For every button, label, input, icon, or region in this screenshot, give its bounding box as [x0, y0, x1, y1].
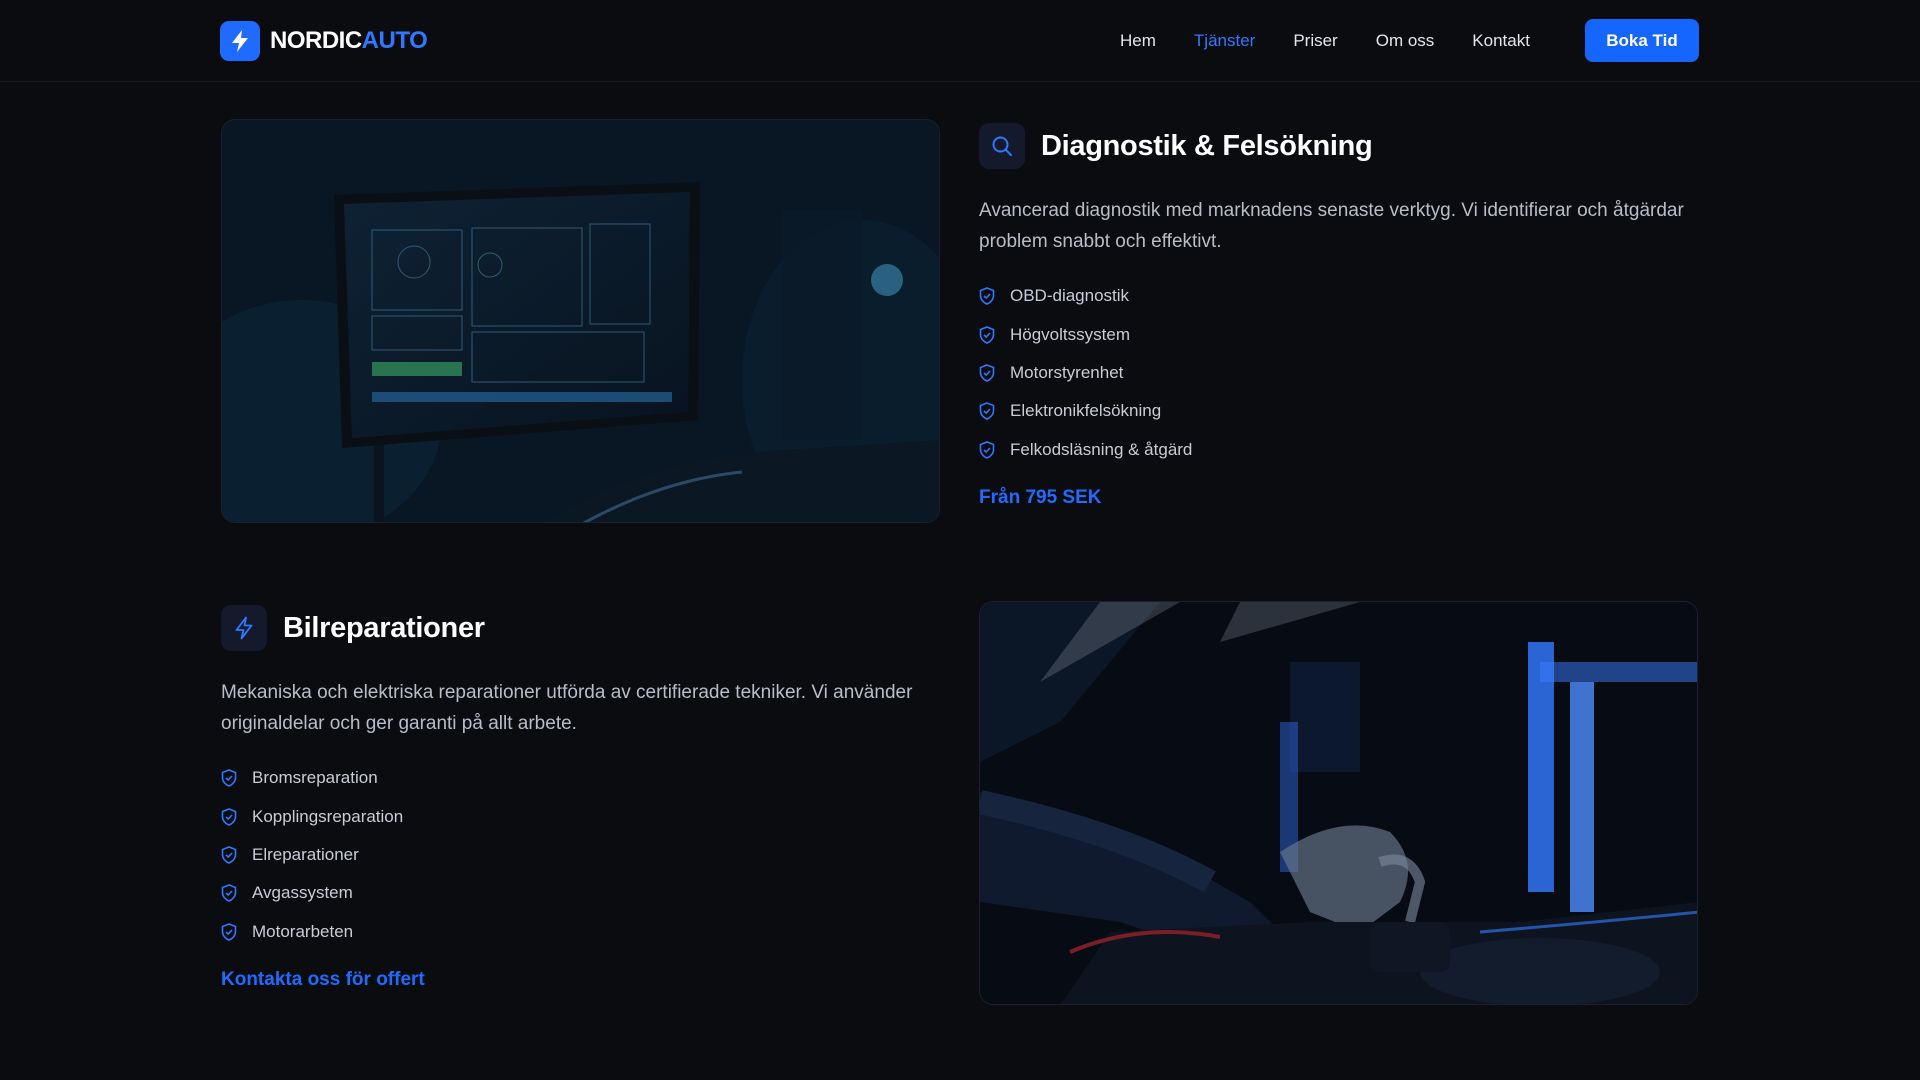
list-item: Elreparationer — [221, 836, 941, 874]
nav-link-hem[interactable]: Hem — [1120, 31, 1156, 51]
list-item: OBD-diagnostik — [979, 277, 1699, 315]
shield-check-icon — [979, 402, 995, 421]
service-header: Diagnostik & Felsökning — [979, 123, 1699, 169]
nav-link-kontakt[interactable]: Kontakt — [1472, 31, 1530, 51]
diagnostic-monitor-photo — [221, 119, 940, 523]
feature-label: Felkodsläsning & åtgärd — [1010, 439, 1193, 459]
feature-label: Motorstyrenhet — [1010, 362, 1124, 382]
list-item: Kopplingsreparation — [221, 797, 941, 835]
feature-label: OBD-diagnostik — [1010, 286, 1130, 306]
shield-check-icon — [221, 884, 237, 903]
feature-label: Högvoltssystem — [1010, 324, 1130, 344]
list-item: Motorstyrenhet — [979, 354, 1699, 392]
nav-link-tjanster[interactable]: Tjänster — [1194, 31, 1255, 51]
feature-label: Kopplingsreparation — [252, 806, 404, 826]
list-item: Felkodsläsning & åtgärd — [979, 431, 1699, 469]
search-icon — [979, 123, 1025, 169]
service-description: Mekaniska och elektriska reparationer ut… — [221, 682, 913, 734]
shield-check-icon — [979, 325, 995, 344]
service-title: Bilreparationer — [283, 611, 485, 644]
feature-label: Motorarbeten — [252, 921, 354, 941]
nav-link-om-oss[interactable]: Om oss — [1376, 31, 1435, 51]
lightning-icon — [221, 605, 267, 651]
list-item: Bromsreparation — [221, 759, 941, 797]
list-item: Avgassystem — [221, 874, 941, 912]
nav-links: Hem Tjänster Priser Om oss Kontakt — [1120, 0, 1568, 82]
logo-text: NORDICAUTO — [270, 27, 428, 54]
shield-check-icon — [221, 807, 237, 826]
nav-link-priser[interactable]: Priser — [1293, 31, 1337, 51]
shield-check-icon — [979, 287, 995, 306]
service-title: Diagnostik & Felsökning — [1041, 129, 1373, 162]
service-header: Bilreparationer — [221, 605, 941, 651]
feature-label: Elreparationer — [252, 844, 359, 864]
shield-check-icon — [221, 846, 237, 864]
navbar: NORDICAUTO Hem Tjänster Priser Om oss Ko… — [0, 0, 1920, 82]
list-item: Högvoltssystem — [979, 315, 1699, 353]
service-repairs: Bilreparationer Mekaniska och elektriska… — [221, 605, 941, 991]
feature-label: Bromsreparation — [252, 768, 378, 788]
list-item: Motorarbeten — [221, 913, 941, 951]
service-description: Avancerad diagnostik med marknadens sena… — [979, 200, 1684, 252]
feature-label: Elektronikfelsökning — [1010, 401, 1162, 421]
shield-check-icon — [979, 364, 995, 382]
feature-list: Bromsreparation Kopplingsreparation Elre… — [221, 759, 941, 951]
feature-label: Avgassystem — [252, 883, 353, 903]
price-link[interactable]: Från 795 SEK — [979, 487, 1102, 509]
mechanic-engine-photo — [979, 601, 1698, 1005]
feature-list: OBD-diagnostik Högvoltssystem Motorstyre… — [979, 277, 1699, 469]
shield-check-icon — [221, 769, 237, 788]
logo[interactable]: NORDICAUTO — [220, 21, 428, 61]
book-appointment-button[interactable]: Boka Tid — [1585, 19, 1699, 62]
shield-check-icon — [979, 440, 995, 459]
shield-check-icon — [221, 922, 237, 941]
contact-quote-link[interactable]: Kontakta oss för offert — [221, 969, 425, 991]
lightning-icon — [220, 21, 260, 61]
list-item: Elektronikfelsökning — [979, 392, 1699, 430]
service-diagnostics: Diagnostik & Felsökning Avancerad diagno… — [979, 123, 1699, 509]
